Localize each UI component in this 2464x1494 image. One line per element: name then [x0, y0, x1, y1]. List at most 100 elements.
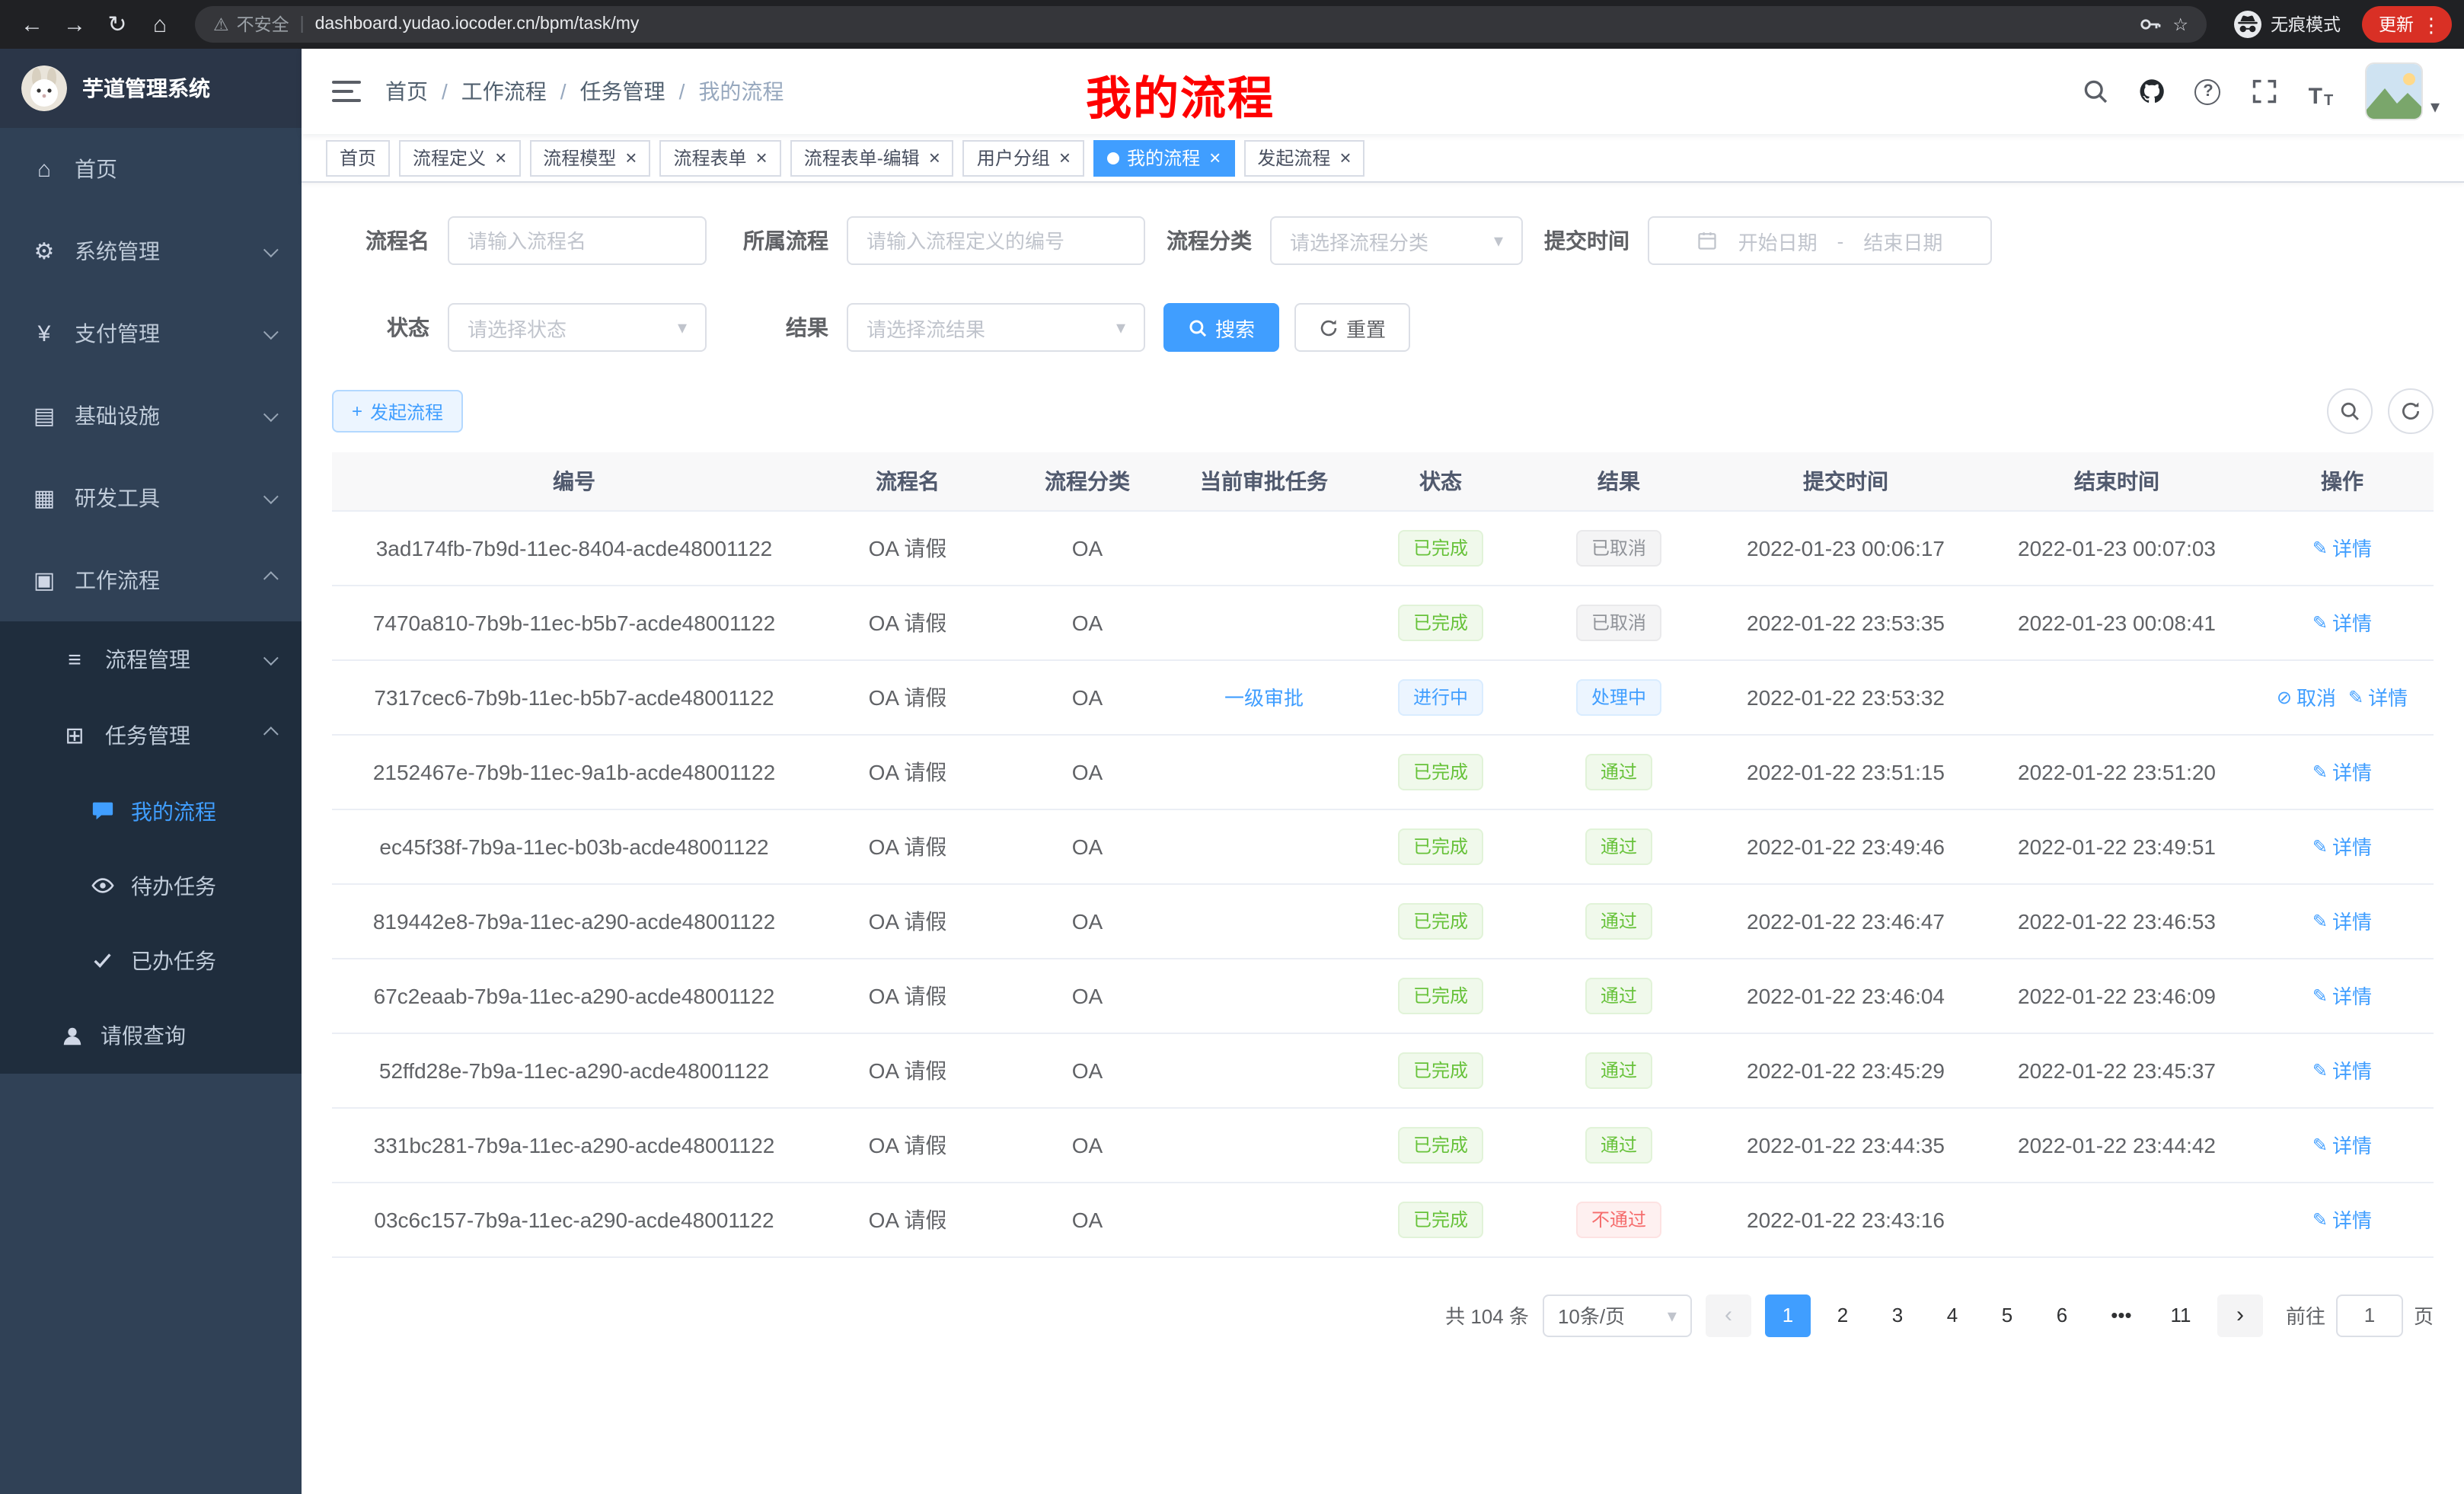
detail-link[interactable]: ✎详情 [2312, 757, 2372, 786]
status-tag: 进行中 [1398, 678, 1483, 715]
breadcrumb-item[interactable]: 首页 [385, 76, 428, 107]
tab-tag[interactable]: 流程模型 × [529, 139, 650, 176]
cell-end-time: 2022-01-23 00:08:41 [1983, 585, 2251, 659]
page-ellipsis[interactable]: ••• [2099, 1294, 2144, 1336]
home-button[interactable]: ⌂ [140, 5, 180, 44]
detail-link[interactable]: ✎详情 [2312, 832, 2372, 860]
cell-status: 已完成 [1352, 809, 1529, 883]
close-icon[interactable]: × [1059, 148, 1071, 168]
process-def-input[interactable] [847, 216, 1145, 265]
password-key-icon[interactable] [2137, 12, 2162, 37]
status-tag: 已完成 [1398, 828, 1483, 864]
user-avatar-menu[interactable]: ▾ [2365, 62, 2440, 120]
sidebar-item-payment-management[interactable]: ¥ 支付管理 [0, 292, 302, 375]
page-number-button[interactable]: 6 [2039, 1294, 2085, 1336]
sidebar-item-home[interactable]: ⌂ 首页 [0, 128, 302, 210]
sidebar-menu: ⌂ 首页 ⚙ 系统管理 ¥ 支付管理 ▤ 基础设施 [0, 128, 302, 1074]
next-page-button[interactable]: › [2217, 1294, 2263, 1336]
close-icon[interactable]: × [756, 148, 768, 168]
detail-link[interactable]: ✎详情 [2348, 682, 2408, 711]
eye-icon [91, 874, 114, 897]
detail-link[interactable]: ✎详情 [2312, 608, 2372, 637]
page-goto-input[interactable] [2336, 1294, 2403, 1336]
fullscreen-icon[interactable] [2246, 73, 2283, 110]
reset-button[interactable]: 重置 [1294, 303, 1410, 352]
breadcrumb-item[interactable]: 任务管理 [580, 76, 665, 107]
close-icon[interactable]: × [625, 148, 637, 168]
table-row: 819442e8-7b9a-11ec-a290-acde48001122 OA … [332, 883, 2434, 958]
page-number-button[interactable]: 4 [1929, 1294, 1975, 1336]
font-size-icon[interactable]: TT [2303, 73, 2339, 110]
close-icon[interactable]: × [1339, 148, 1351, 168]
tab-tag[interactable]: 首页 [326, 139, 390, 176]
forward-button[interactable]: → [55, 5, 94, 44]
cell-status: 已完成 [1352, 1107, 1529, 1182]
sidebar-item-task-management[interactable]: ⊞ 任务管理 [0, 698, 302, 774]
page-number-button[interactable]: 5 [1984, 1294, 2030, 1336]
detail-link[interactable]: ✎详情 [2312, 1130, 2372, 1159]
sidebar-item-system-management[interactable]: ⚙ 系统管理 [0, 210, 302, 292]
tab-tag[interactable]: 用户分组 × [963, 139, 1084, 176]
sidebar-toggle-icon[interactable] [332, 81, 361, 102]
tab-tag[interactable]: 流程表单-编辑 × [790, 139, 954, 176]
sidebar-item-leave-query[interactable]: 请假查询 [0, 998, 302, 1074]
cancel-link[interactable]: ⊘取消 [2277, 682, 2336, 711]
back-button[interactable]: ← [12, 5, 52, 44]
close-icon[interactable]: × [495, 148, 506, 168]
page-goto: 前往 页 [2286, 1294, 2434, 1336]
process-name-input[interactable] [448, 216, 707, 265]
cell-current-task [1176, 958, 1352, 1033]
close-icon[interactable]: × [929, 148, 940, 168]
detail-link[interactable]: ✎详情 [2312, 1055, 2372, 1084]
update-button[interactable]: 更新 ⋮ [2362, 6, 2452, 43]
tab-tag[interactable]: 流程定义 × [399, 139, 520, 176]
create-process-button[interactable]: + 发起流程 [332, 390, 463, 433]
reload-button[interactable]: ↻ [97, 5, 137, 44]
tab-tag[interactable]: 我的流程 × [1093, 139, 1234, 176]
github-icon[interactable] [2134, 73, 2170, 110]
sidebar-item-infrastructure[interactable]: ▤ 基础设施 [0, 375, 302, 457]
cell-current-task [1176, 809, 1352, 883]
refresh-table-button[interactable] [2388, 388, 2434, 434]
cell-result: 已取消 [1529, 585, 1709, 659]
sidebar-item-dev-tools[interactable]: ▦ 研发工具 [0, 457, 302, 539]
app-logo[interactable]: 芋道管理系统 [0, 49, 302, 128]
detail-link[interactable]: ✎详情 [2312, 981, 2372, 1010]
submit-time-range-picker[interactable]: 开始日期 - 结束日期 [1648, 216, 1992, 265]
briefcase-icon: ▣ [30, 567, 58, 594]
close-icon[interactable]: × [1209, 148, 1221, 168]
sidebar-item-todo-tasks[interactable]: 待办任务 [0, 848, 302, 923]
search-icon[interactable] [2077, 73, 2114, 110]
cell-category: OA [999, 958, 1176, 1033]
cell-category: OA [999, 809, 1176, 883]
tab-tag[interactable]: 发起流程 × [1243, 139, 1364, 176]
address-bar[interactable]: ⚠不安全 | dashboard.yudao.iocoder.cn/bpm/ta… [195, 6, 2207, 43]
page-number-button[interactable]: 1 [1765, 1294, 1811, 1336]
cancel-icon: ⊘ [2277, 686, 2292, 707]
breadcrumb-item[interactable]: 工作流程 [461, 76, 547, 107]
page-number-button[interactable]: 11 [2158, 1294, 2204, 1336]
help-icon[interactable]: ? [2190, 73, 2226, 110]
result-select[interactable]: 请选择流结果 ▾ [847, 303, 1145, 352]
current-task-link[interactable]: 一级审批 [1224, 682, 1304, 711]
detail-link[interactable]: ✎详情 [2312, 1205, 2372, 1234]
category-select[interactable]: 请选择流程分类 ▾ [1270, 216, 1523, 265]
browser-menu-icon[interactable]: ⋮ [2421, 14, 2441, 34]
page-number-button[interactable]: 3 [1875, 1294, 1920, 1336]
sidebar-item-done-tasks[interactable]: 已办任务 [0, 923, 302, 998]
security-status[interactable]: ⚠不安全 [213, 12, 289, 37]
sidebar-item-my-process[interactable]: 我的流程 [0, 774, 302, 848]
sidebar-item-process-management[interactable]: ≡ 流程管理 [0, 621, 302, 698]
bookmark-star-icon[interactable]: ☆ [2172, 14, 2188, 35]
detail-link[interactable]: ✎详情 [2312, 906, 2372, 935]
search-button[interactable]: 搜索 [1163, 303, 1279, 352]
toggle-search-button[interactable] [2327, 388, 2373, 434]
tab-tag[interactable]: 流程表单 × [659, 139, 780, 176]
detail-link[interactable]: ✎详情 [2312, 533, 2372, 562]
status-select[interactable]: 请选择状态 ▾ [448, 303, 707, 352]
prev-page-button[interactable]: ‹ [1706, 1294, 1751, 1336]
cell-current-task: 一级审批 [1176, 659, 1352, 734]
sidebar-item-workflow[interactable]: ▣ 工作流程 [0, 539, 302, 621]
page-number-button[interactable]: 2 [1820, 1294, 1866, 1336]
page-size-select[interactable]: 10条/页 ▾ [1543, 1294, 1692, 1336]
